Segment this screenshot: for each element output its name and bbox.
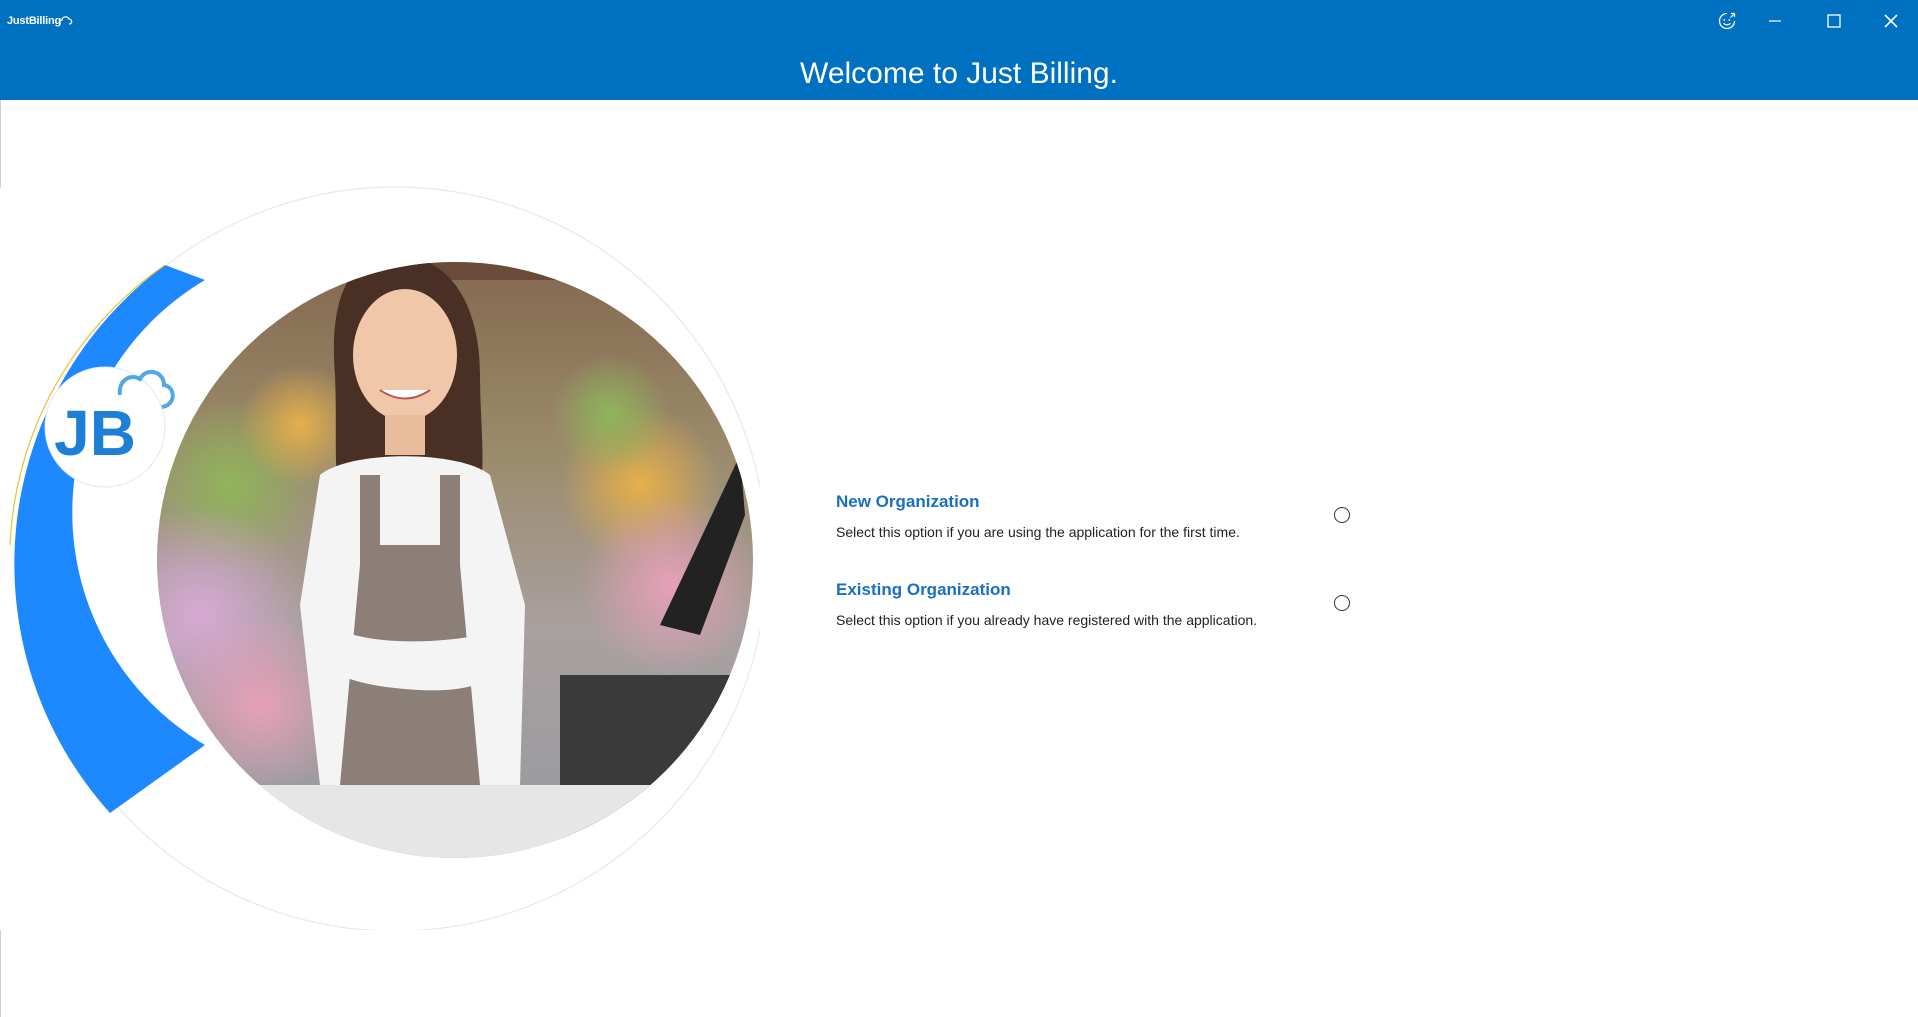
new-organization-radio[interactable] [1334, 507, 1350, 523]
option-title: New Organization [836, 492, 980, 511]
left-edge-divider [0, 100, 1, 188]
feedback-smiley-icon [1718, 12, 1736, 30]
close-icon [1884, 14, 1898, 28]
shopkeeper-photo: JB [9, 186, 760, 930]
window-title: Welcome to Just Billing. [800, 57, 1118, 90]
app-logo: JustBilling [7, 9, 73, 33]
app-logo-text: JustBilling [7, 15, 62, 27]
left-edge-divider [0, 930, 1, 1017]
organization-options: New Organization Select this option if y… [836, 490, 1356, 666]
option-title: Existing Organization [836, 580, 1011, 599]
feedback-button[interactable] [1707, 6, 1747, 36]
close-button[interactable] [1871, 6, 1911, 36]
jb-logo-text: JB [54, 397, 136, 469]
hero-illustration: JB [0, 185, 760, 930]
existing-organization-radio[interactable] [1334, 595, 1350, 611]
option-new-organization[interactable]: New Organization Select this option if y… [836, 490, 1356, 578]
maximize-icon [1827, 14, 1841, 28]
option-existing-organization[interactable]: Existing Organization Select this option… [836, 578, 1356, 666]
minimize-button[interactable] [1755, 6, 1795, 36]
option-description: Select this option if you already have r… [836, 612, 1258, 628]
title-bar: JustBilling Welcome to Just Billing. [0, 0, 1918, 100]
cloud-icon [59, 16, 73, 25]
maximize-button[interactable] [1814, 6, 1854, 36]
minimize-icon [1769, 20, 1781, 22]
option-description: Select this option if you are using the … [836, 524, 1240, 540]
